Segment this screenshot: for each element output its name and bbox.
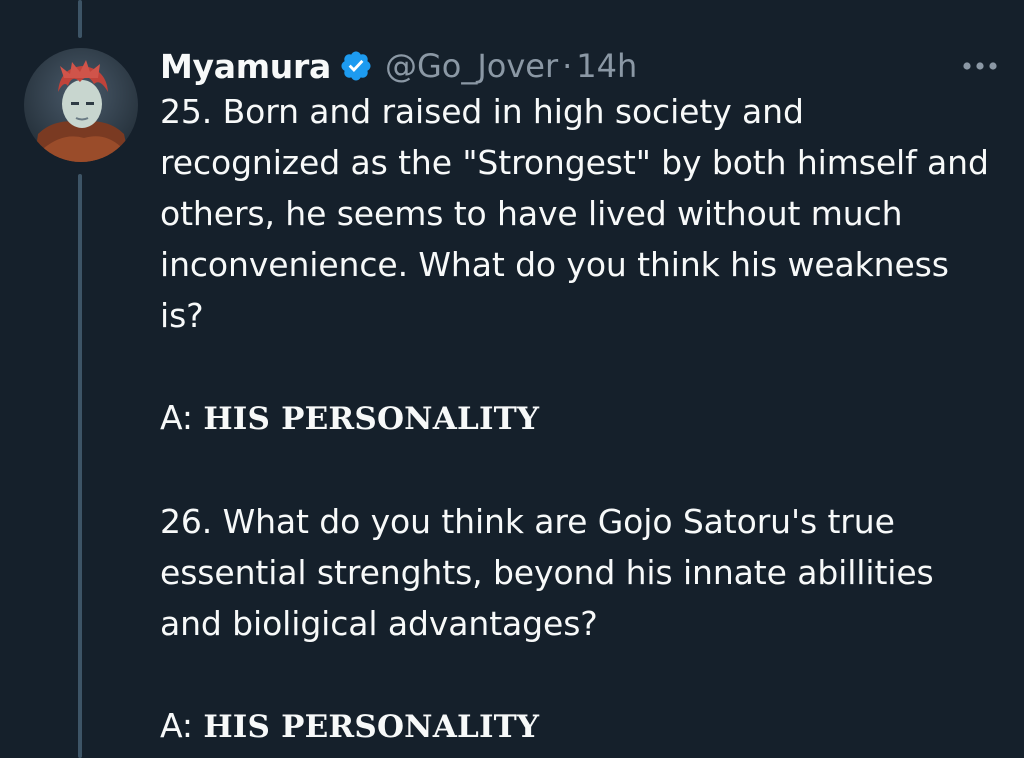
thread-line-bottom <box>78 174 82 758</box>
avatar-image <box>24 48 138 162</box>
answer-line: A: HIS PERSONALITY <box>160 700 990 753</box>
tweet-body: 25. Born and raised in high society and … <box>160 86 990 753</box>
avatar[interactable] <box>24 48 138 162</box>
tweet-paragraph: 26. What do you think are Gojo Satoru's … <box>160 502 934 643</box>
more-options-icon[interactable] <box>960 58 1000 72</box>
answer-prefix: A: <box>160 706 204 745</box>
timestamp[interactable]: 14h <box>576 47 637 85</box>
thread-line-top <box>78 0 82 38</box>
display-name[interactable]: Myamura <box>160 47 331 86</box>
handle[interactable]: @Go_Jover <box>385 47 558 85</box>
answer-text: HIS PERSONALITY <box>203 401 540 437</box>
tweet-header: Myamura @Go_Jover · 14h <box>160 40 990 92</box>
answer-text: HIS PERSONALITY <box>203 709 540 745</box>
separator-dot: · <box>562 47 573 85</box>
tweet-paragraph: 25. Born and raised in high society and … <box>160 92 989 335</box>
answer-prefix: A: <box>160 398 204 437</box>
verified-badge-icon <box>339 49 373 83</box>
answer-line: A: HIS PERSONALITY <box>160 392 990 445</box>
tweet: Myamura @Go_Jover · 14h 25. Born and rai… <box>160 40 990 753</box>
